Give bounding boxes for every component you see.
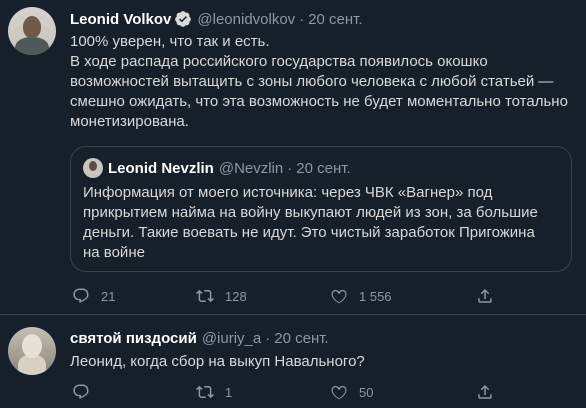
share-button[interactable] [476, 286, 494, 306]
tweet-main[interactable]: Leonid Volkov @leonidvolkov · 20 сент. 1… [0, 0, 586, 315]
like-button[interactable]: 1 556 [330, 286, 392, 306]
avatar-head-shape [22, 334, 42, 358]
retweet-icon [196, 289, 214, 303]
reply-author-handle[interactable]: @iuriy_a [202, 330, 261, 347]
avatar-body-shape [18, 355, 46, 375]
tweet-actions: 21 128 1 556 [70, 286, 550, 306]
reply-text: Леонид, когда сбор на выкуп Навального? [70, 353, 365, 370]
like-count: 1 556 [359, 288, 392, 304]
separator-dot: · [299, 10, 305, 28]
reply-icon [73, 288, 89, 304]
quoted-tweet[interactable]: Leonid Nevzlin @Nevzlin · 20 сент. Инфор… [70, 146, 572, 272]
avatar-body-shape [15, 37, 49, 55]
tweet-text-body: В ходе распада российского государства п… [70, 53, 568, 130]
verified-badge-icon [175, 11, 192, 27]
reply-button[interactable] [72, 382, 101, 402]
tweet-header: Leonid Volkov @leonidvolkov · 20 сент. [70, 9, 363, 29]
reply-date[interactable]: 20 сент. [274, 330, 328, 347]
separator-dot: · [265, 329, 271, 347]
author-name[interactable]: Leonid Volkov [70, 11, 171, 28]
retweet-button[interactable]: 128 [196, 286, 247, 306]
quote-header: Leonid Nevzlin @Nevzlin · 20 сент. [108, 158, 351, 178]
reply-count: 21 [101, 288, 116, 304]
author-handle[interactable]: @leonidvolkov [197, 11, 295, 28]
reply-button[interactable]: 21 [72, 286, 115, 306]
reply-author-name[interactable]: святой пиздосий [70, 330, 197, 347]
quote-author-handle[interactable]: @Nevzlin [219, 160, 283, 177]
reply-icon [73, 384, 89, 400]
retweet-count: 1 [225, 384, 233, 400]
like-icon [331, 289, 347, 304]
quote-avatar-head-shape [89, 161, 97, 171]
retweet-button[interactable]: 1 [196, 382, 232, 402]
quote-author-name[interactable]: Leonid Nevzlin [108, 160, 214, 177]
like-button[interactable]: 50 [330, 382, 373, 402]
tweet-text-line1: 100% уверен, что так и есть. [70, 33, 270, 50]
share-icon [478, 288, 492, 303]
avatar-head-shape [23, 16, 41, 38]
separator-dot: · [287, 159, 293, 177]
quote-avatar[interactable] [83, 158, 103, 178]
like-icon [331, 385, 347, 400]
like-count: 50 [359, 384, 374, 400]
reply-actions: 1 50 [70, 382, 550, 402]
quote-date[interactable]: 20 сент. [296, 160, 350, 177]
tweet-date[interactable]: 20 сент. [308, 11, 362, 28]
share-button[interactable] [476, 382, 494, 402]
retweet-count: 128 [225, 288, 247, 304]
avatar[interactable] [8, 7, 56, 55]
avatar[interactable] [8, 327, 56, 375]
reply-header: святой пиздосий @iuriy_a · 20 сент. [70, 328, 329, 348]
retweet-icon [196, 385, 214, 399]
quote-text: Информация от моего источника: через ЧВК… [83, 184, 538, 261]
share-icon [478, 384, 492, 399]
tweet-text: 100% уверен, что так и есть. В ходе расп… [70, 32, 568, 132]
